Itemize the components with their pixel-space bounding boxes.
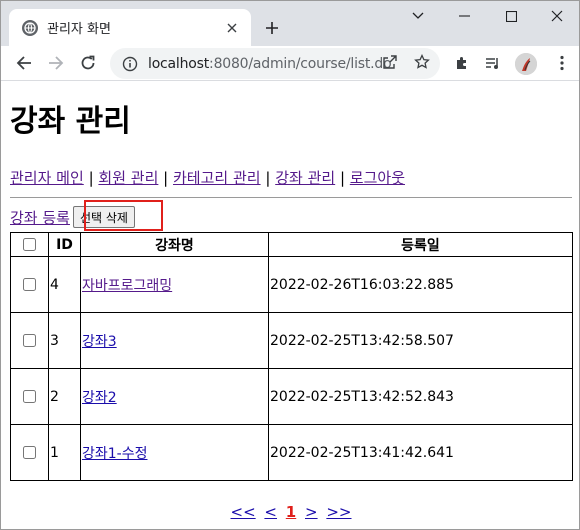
row-date: 2022-02-25T13:42:52.843 [268,368,573,425]
row-checkbox[interactable] [23,334,36,347]
admin-nav: 관리자 메인 | 회원 관리 | 카테고리 관리 | 강좌 관리 | 로그아웃 [10,168,572,188]
header-course-name: 강좌명 [80,232,269,257]
nav-link-logout[interactable]: 로그아웃 [350,169,405,187]
row-checkbox[interactable] [23,390,36,403]
row-check-cell [10,424,49,481]
tab-title: 관리자 화면 [47,22,111,37]
row-name-cell: 강좌3 [80,312,269,369]
nav-separator: | [339,169,346,187]
nav-link-courses[interactable]: 강좌 관리 [275,169,335,187]
nav-link-members[interactable]: 회원 관리 [98,169,158,187]
row-checkbox[interactable] [23,278,36,291]
table-row: 4 자바프로그래밍 2022-02-26T16:03:22.885 [10,256,573,313]
pager-prev-link[interactable]: < [264,503,277,521]
row-name-cell: 강좌2 [80,368,269,425]
nav-link-admin-main[interactable]: 관리자 메인 [10,169,84,187]
extensions-puzzle-icon[interactable] [449,50,475,76]
pager-last-link[interactable]: >> [326,503,351,521]
row-name-cell: 강좌1-수정 [80,424,269,481]
bookmark-star-icon[interactable] [412,52,432,72]
course-register-link[interactable]: 강좌 등록 [10,207,70,228]
globe-icon [22,19,38,36]
window-close-icon[interactable] [534,1,580,31]
row-check-cell [10,312,49,369]
new-tab-plus-icon[interactable] [261,17,283,39]
pager-next-link[interactable]: > [305,503,318,521]
profile-avatar[interactable] [515,53,537,75]
course-name-link[interactable]: 강좌2 [82,390,117,406]
info-icon[interactable] [122,56,138,72]
row-id: 1 [48,424,81,481]
tab-close-icon[interactable] [223,19,241,37]
course-name-link[interactable]: 자바프로그래밍 [82,278,172,294]
table-header-row: ID 강좌명 등록일 [10,232,573,257]
pager-current-page[interactable]: 1 [286,503,296,521]
delete-selected-button[interactable]: 선택 삭제 [72,206,135,228]
row-id: 4 [48,256,81,313]
list-actions: 강좌 등록 선택 삭제 [10,200,572,231]
media-list-icon[interactable] [480,50,506,76]
browser-tab[interactable]: 관리자 화면 [9,9,251,46]
table-row: 1 강좌1-수정 2022-02-25T13:41:42.641 [10,424,573,481]
url-text: localhost:8080/admin/course/list.do [148,55,392,72]
select-all-checkbox[interactable] [23,238,36,251]
nav-separator: | [163,169,169,187]
reload-icon[interactable] [75,50,101,76]
page-content: 강좌 관리 관리자 메인 | 회원 관리 | 카테고리 관리 | 강좌 관리 |… [10,82,573,521]
forward-arrow-icon[interactable] [43,50,69,76]
divider [10,197,572,198]
table-row: 2 강좌2 2022-02-25T13:42:52.843 [10,368,573,425]
nav-separator: | [88,169,94,187]
chevron-down-icon[interactable] [395,1,441,31]
browser-toolbar: localhost:8080/admin/course/list.do [1,46,579,81]
maximize-icon[interactable] [488,1,534,31]
row-checkbox[interactable] [23,446,36,459]
header-id: ID [48,232,81,257]
nav-separator: | [265,169,271,187]
pager-first-link[interactable]: << [231,503,256,521]
row-check-cell [10,368,49,425]
pagination: << < 1 > >> [10,503,572,521]
page-title: 강좌 관리 [10,104,131,139]
select-all-cell [10,232,49,257]
table-row: 3 강좌3 2022-02-25T13:42:58.507 [10,312,573,369]
row-id: 2 [48,368,81,425]
minimize-icon[interactable] [441,1,487,31]
row-date: 2022-02-25T13:41:42.641 [268,424,573,481]
course-name-link[interactable]: 강좌1-수정 [82,446,147,462]
course-name-link[interactable]: 강좌3 [82,334,117,350]
course-table: ID 강좌명 등록일 4 자바프로그래밍 2022-02-26T16:03:22… [10,232,573,481]
row-check-cell [10,256,49,313]
header-reg-date: 등록일 [268,232,573,257]
back-arrow-icon[interactable] [11,50,37,76]
nav-link-categories[interactable]: 카테고리 관리 [173,169,261,187]
share-icon[interactable] [380,52,400,72]
browser-titlebar: 관리자 화면 [1,1,579,46]
row-date: 2022-02-25T13:42:58.507 [268,312,573,369]
row-date: 2022-02-26T16:03:22.885 [268,256,573,313]
row-name-cell: 자바프로그래밍 [80,256,269,313]
row-id: 3 [48,312,81,369]
kebab-menu-icon[interactable] [549,50,575,76]
